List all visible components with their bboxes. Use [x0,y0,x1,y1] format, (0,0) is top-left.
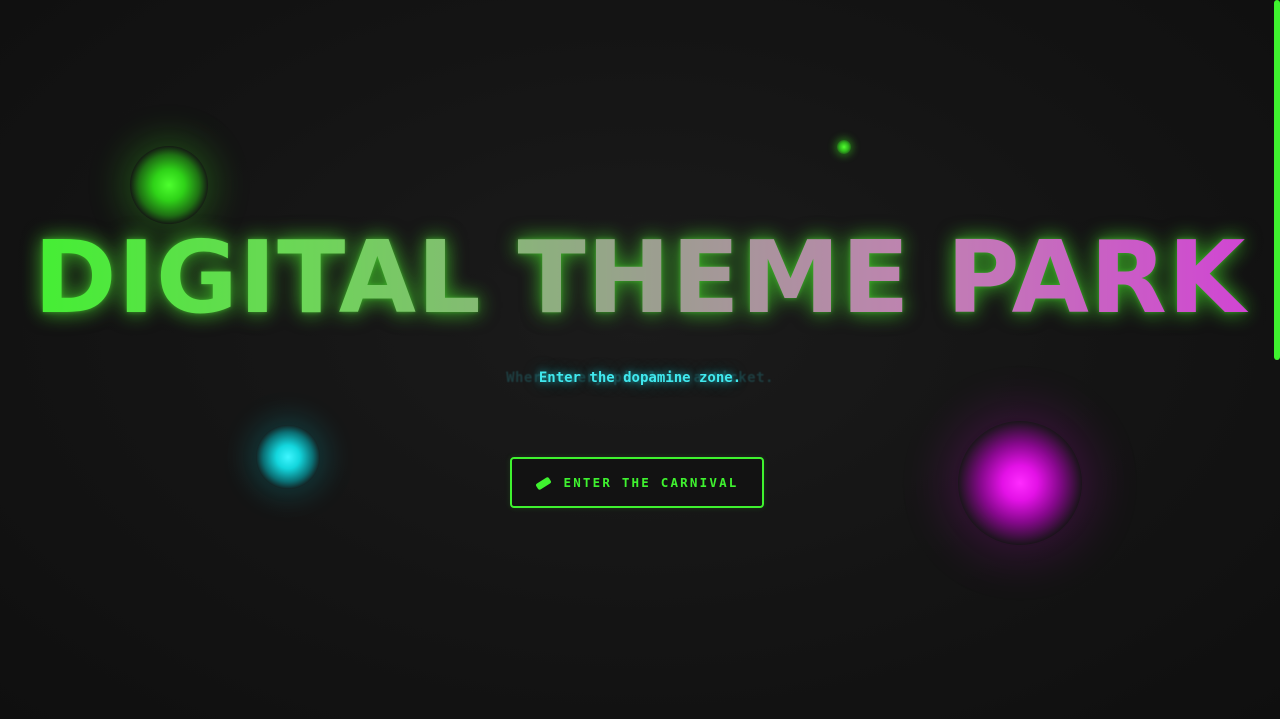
scrollbar[interactable] [1274,0,1280,719]
hero-subtitle: Enter the dopamine zone. [538,370,742,386]
hero-title: DIGITAL THEME PARK [0,218,1280,338]
enter-carnival-button[interactable]: ENTER THE CARNIVAL [510,457,764,508]
scrollbar-thumb[interactable] [1274,0,1280,360]
landing-page: DIGITAL THEME PARK Where every pixel is … [0,0,1280,719]
hero-section: DIGITAL THEME PARK Where every pixel is … [0,0,1280,719]
ticket-icon [535,476,553,490]
enter-carnival-label: ENTER THE CARNIVAL [563,475,739,490]
